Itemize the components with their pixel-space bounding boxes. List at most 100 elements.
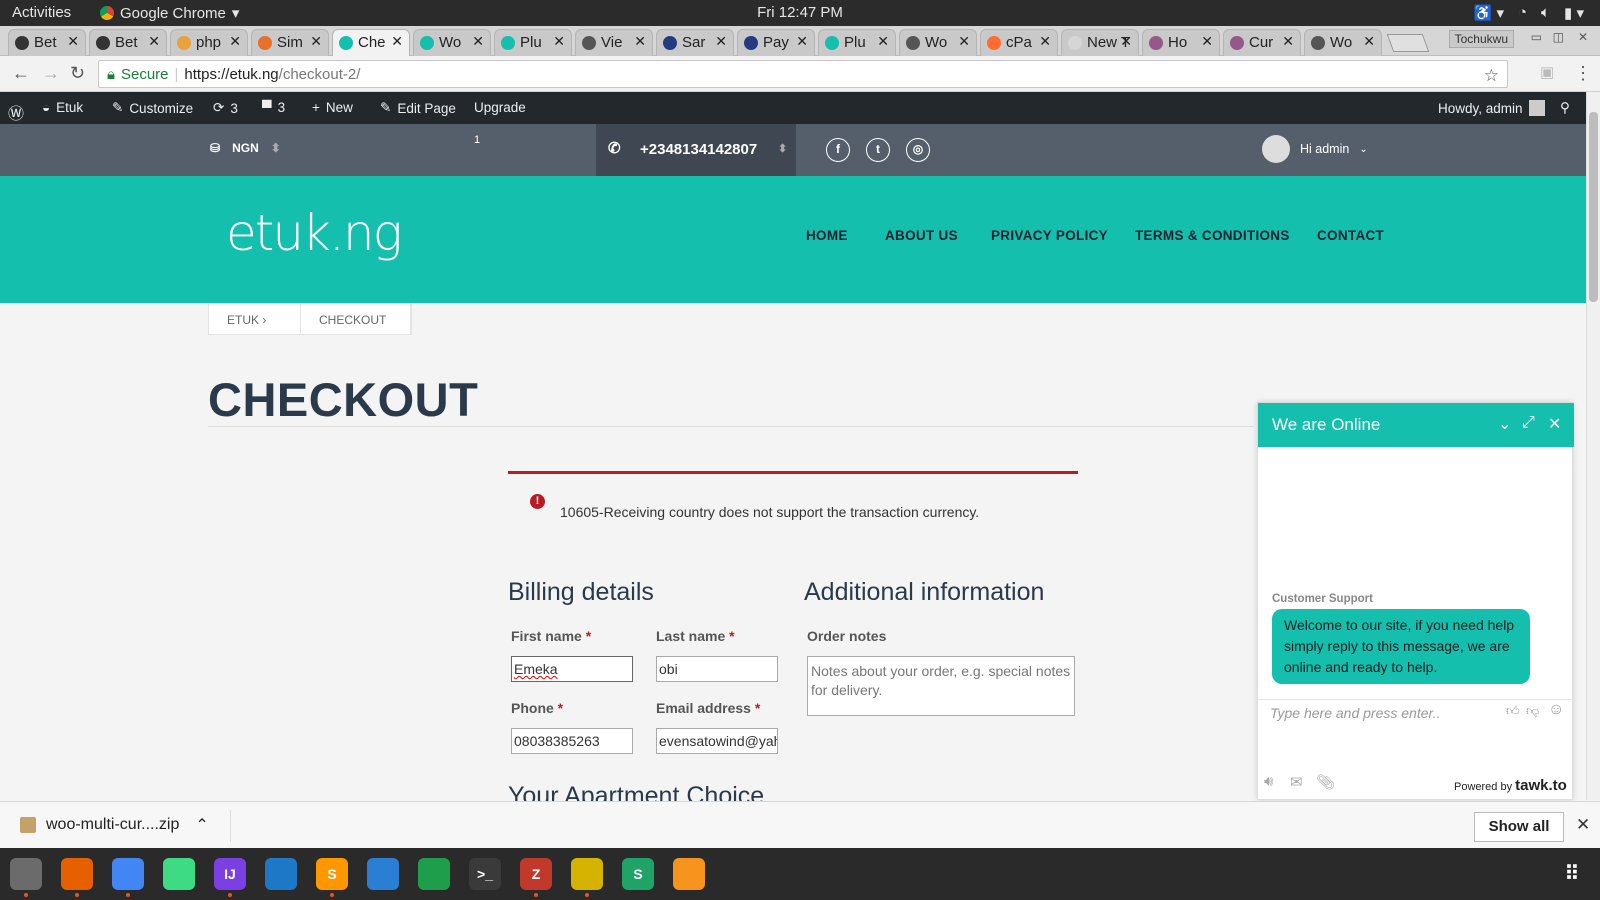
download-item[interactable]: woo-multi-cur....zip ⌃ (20, 815, 209, 835)
popout-icon[interactable]: ⤢ (1522, 414, 1535, 432)
search-icon[interactable]: ⚲ (1560, 100, 1570, 116)
scrollbar-thumb[interactable] (1589, 112, 1598, 302)
email-icon[interactable]: ✉ (1290, 773, 1303, 791)
thumbs-up-icon[interactable]: 👍︎ (1506, 703, 1520, 719)
wp-edit-page-link[interactable]: ✎ Edit Page (380, 100, 456, 116)
chat-widget[interactable]: We are Online ⌄ ⤢ ✕ Customer Support Wel… (1257, 402, 1574, 800)
close-icon[interactable]: ✕ (1548, 414, 1561, 434)
phone-box[interactable]: ✆ +2348134142807 ⬍ (596, 124, 796, 176)
chevron-up-icon[interactable]: ⌃ (195, 815, 208, 835)
thumbs-down-icon[interactable]: 👎︎ (1526, 703, 1539, 719)
battery-icon[interactable]: ▮ ▾ (1564, 4, 1584, 22)
forward-icon[interactable]: → (42, 63, 60, 84)
filezilla-icon[interactable]: Z (520, 858, 552, 890)
menu-terms-conditions[interactable]: TERMS & CONDITIONS (1135, 228, 1290, 243)
chat-input[interactable]: Type here and press enter.. (1270, 705, 1440, 721)
accessibility-icon[interactable]: ♿ ▾ (1474, 4, 1504, 22)
intellij-icon[interactable]: IJ (214, 858, 246, 890)
browser-tab[interactable]: Ho ✕ (1142, 29, 1220, 56)
browser-tab[interactable]: Cur ✕ (1223, 29, 1301, 56)
maximize-icon[interactable]: ◫ (1553, 30, 1564, 44)
chrome-menu-icon[interactable]: ⋮ (1574, 63, 1592, 84)
browser-tab[interactable]: New T ✕ (1061, 29, 1139, 56)
browser-tab[interactable]: Che ✕ (332, 29, 410, 56)
wordpress-logo-icon[interactable]: Ⓦ (8, 100, 24, 124)
twitter-icon[interactable]: t (866, 138, 890, 162)
order-notes-field[interactable]: Notes about your order, e.g. special not… (807, 656, 1075, 716)
wp-upgrade-link[interactable]: Upgrade (474, 100, 526, 115)
email-field[interactable]: evensatowind@yah (656, 728, 778, 754)
tab-close-icon[interactable]: ✕ (1363, 33, 1375, 50)
wp-howdy-menu[interactable]: Howdy, admin (1438, 100, 1545, 116)
back-icon[interactable]: ← (12, 63, 30, 84)
tab-close-icon[interactable]: ✕ (958, 33, 970, 50)
close-icon[interactable]: ✕ (1576, 815, 1590, 835)
system-tray[interactable]: ♿ ▾ ◔ 🔈︎ ▮ ▾ (1474, 4, 1584, 22)
browser-tab[interactable]: cPa ✕ (980, 29, 1058, 56)
vlc-icon[interactable] (673, 858, 705, 890)
tab-close-icon[interactable]: ✕ (1282, 33, 1294, 50)
android-studio-icon[interactable] (163, 858, 195, 890)
files-icon[interactable] (10, 858, 42, 890)
profile-button[interactable]: Tochukwu (1448, 30, 1514, 48)
emoji-icon[interactable]: ☺ (1548, 701, 1564, 719)
cart-count[interactable]: 1 (474, 134, 480, 146)
sublime-icon[interactable]: S (316, 858, 348, 890)
first-name-field[interactable]: Emeka (511, 656, 633, 682)
bookmark-star-icon[interactable]: ☆ (1484, 66, 1499, 85)
close-window-icon[interactable]: ✕ (1578, 30, 1588, 44)
tab-close-icon[interactable]: ✕ (1039, 33, 1051, 50)
tab-close-icon[interactable]: ✕ (877, 33, 889, 50)
volume-icon[interactable]: 🔈︎ (1541, 4, 1550, 22)
tab-close-icon[interactable]: ✕ (634, 33, 646, 50)
terminal-icon[interactable]: >_ (469, 858, 501, 890)
new-tab-button[interactable] (1386, 34, 1430, 52)
browser-tab[interactable]: Vie ✕ (575, 29, 653, 56)
clock[interactable]: Fri 12:47 PM (0, 4, 1600, 21)
site-logo[interactable]: etuk.ng (226, 204, 403, 262)
browser-tab[interactable]: Bet ✕ (8, 29, 86, 56)
browser-tab[interactable]: php ✕ (170, 29, 248, 56)
page-scrollbar[interactable] (1586, 92, 1600, 800)
firefox-icon[interactable] (61, 858, 93, 890)
tab-close-icon[interactable]: ✕ (1120, 33, 1132, 50)
browser-tab[interactable]: Bet ✕ (89, 29, 167, 56)
browser-tab[interactable]: Wo ✕ (1304, 29, 1382, 56)
menu-about-us[interactable]: ABOUT US (885, 228, 958, 243)
reload-icon[interactable]: ↻ (70, 63, 85, 84)
wp-new-link[interactable]: + New (312, 100, 353, 115)
sound-icon[interactable]: 🔊︎ (1264, 773, 1273, 790)
rhythmbox-icon[interactable] (571, 858, 603, 890)
browser-tab[interactable]: Wo ✕ (899, 29, 977, 56)
extension-icon[interactable]: ▣ (1540, 63, 1554, 81)
menu-contact[interactable]: CONTACT (1317, 228, 1384, 243)
vscode-icon[interactable] (265, 858, 297, 890)
tab-close-icon[interactable]: ✕ (472, 33, 484, 50)
wp-site-link[interactable]: ◒ Etuk (42, 100, 83, 115)
minimize-icon[interactable]: ▭ (1531, 30, 1542, 44)
tab-close-icon[interactable]: ✕ (715, 33, 727, 50)
powered-by[interactable]: Powered by tawk.to (1454, 777, 1567, 794)
tab-close-icon[interactable]: ✕ (796, 33, 808, 50)
browser-tab[interactable]: Wo ✕ (413, 29, 491, 56)
tab-close-icon[interactable]: ✕ (553, 33, 565, 50)
user-menu[interactable]: Hi admin ⌄ (1262, 135, 1368, 163)
tab-close-icon[interactable]: ✕ (148, 33, 160, 50)
wp-comments-link[interactable]: ▀ 3 (262, 100, 285, 115)
instagram-icon[interactable]: ◎ (906, 138, 930, 162)
attachment-icon[interactable]: 📎︎ (1316, 773, 1335, 791)
browser-tab[interactable]: Pay ✕ (737, 29, 815, 56)
chrome-icon[interactable] (112, 858, 144, 890)
tab-close-icon[interactable]: ✕ (1201, 33, 1213, 50)
menu-home[interactable]: HOME (806, 228, 848, 243)
browser-tab[interactable]: Plu ✕ (494, 29, 572, 56)
browser-tab[interactable]: Plu ✕ (818, 29, 896, 56)
sheets-icon[interactable]: S (622, 858, 654, 890)
menu-privacy-policy[interactable]: PRIVACY POLICY (991, 228, 1108, 243)
tab-close-icon[interactable]: ✕ (310, 33, 322, 50)
tab-close-icon[interactable]: ✕ (67, 33, 79, 50)
address-bar[interactable]: 🔒︎ Secure | https://etuk.ng /checkout-2/… (98, 60, 1508, 88)
last-name-field[interactable]: obi (656, 656, 778, 682)
breadcrumb-home[interactable]: ETUK › (209, 304, 301, 334)
browser-tab[interactable]: Sim ✕ (251, 29, 329, 56)
